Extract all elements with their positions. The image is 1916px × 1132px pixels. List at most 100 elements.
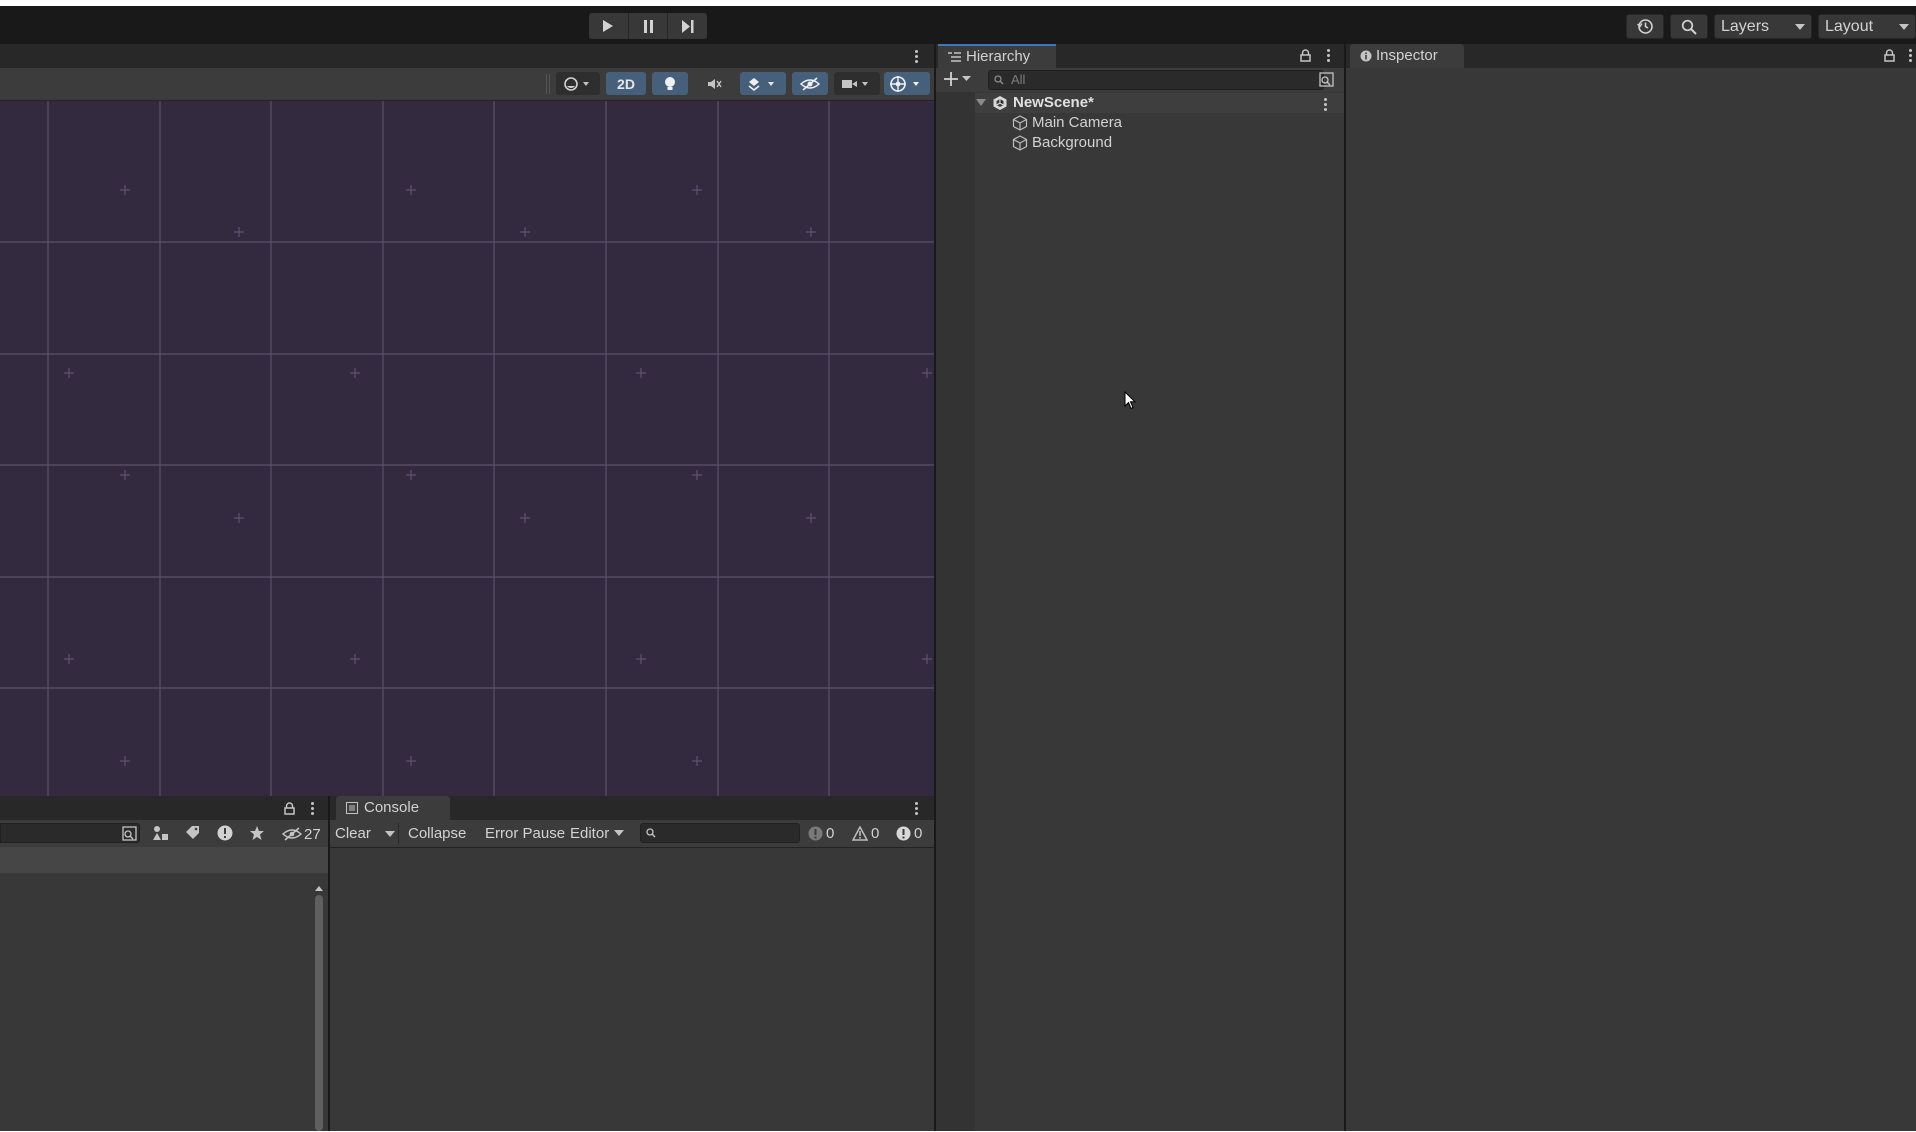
chevron-down-icon — [962, 76, 971, 81]
lighting-icon — [665, 76, 675, 90]
project-search-input[interactable] — [0, 823, 140, 843]
gizmos-icon — [890, 75, 919, 92]
warning-count: 0 — [871, 825, 880, 842]
lock-icon[interactable] — [284, 802, 295, 815]
2d-toggle[interactable]: 2D — [606, 72, 646, 95]
item-label: Background — [1032, 134, 1113, 151]
lock-icon[interactable] — [1884, 49, 1895, 62]
filter-by-type-icon[interactable] — [152, 825, 169, 841]
hierarchy-gutter — [936, 92, 975, 1131]
expand-triangle-icon[interactable] — [976, 99, 986, 107]
hidden-objects-toggle[interactable] — [792, 72, 828, 95]
hidden-count: 27 — [304, 825, 321, 843]
history-button[interactable] — [1626, 14, 1664, 39]
unity-editor-window: Layers Layout 2D 27 Console Clear Collap… — [0, 0, 1916, 1131]
camera-dropdown[interactable] — [834, 72, 880, 95]
camera-icon — [842, 79, 868, 88]
hierarchy-search-input[interactable]: All — [988, 70, 1324, 90]
audio-toggle[interactable] — [696, 72, 732, 95]
warning-count-toggle[interactable]: 0 — [852, 823, 879, 844]
scene-options-icon[interactable] — [1323, 98, 1327, 111]
info-count-toggle[interactable]: 0 — [808, 823, 834, 844]
filter-by-label-icon[interactable] — [185, 825, 200, 841]
console-search-input[interactable] — [640, 823, 800, 843]
create-dropdown[interactable] — [944, 72, 971, 86]
search-by-type-icon[interactable] — [122, 826, 137, 841]
gizmos-dropdown[interactable] — [884, 72, 930, 95]
panel-divider[interactable] — [1344, 44, 1346, 1131]
effects-dropdown[interactable] — [740, 72, 786, 95]
collapse-button[interactable]: Collapse — [408, 825, 466, 842]
layers-dropdown[interactable]: Layers — [1714, 14, 1812, 39]
scene-grid-view[interactable] — [0, 101, 934, 796]
scroll-up-icon[interactable] — [314, 884, 324, 892]
editor-dropdown[interactable]: Editor — [570, 820, 625, 847]
play-controls — [589, 13, 707, 39]
console-icon — [346, 802, 358, 814]
project-toolbar: 27 — [0, 820, 328, 847]
tab-console[interactable]: Console — [336, 796, 450, 820]
hidden-objects-icon — [800, 76, 820, 91]
tab-inspector[interactable]: Inspector — [1350, 44, 1464, 68]
scene-name: NewScene* — [1013, 94, 1094, 111]
pause-icon — [643, 19, 653, 33]
inspector-tab-bar: Inspector — [1346, 44, 1916, 68]
hierarchy-item-main-camera[interactable]: Main Camera — [1012, 113, 1344, 133]
layers-label: Layers — [1721, 18, 1770, 35]
play-button[interactable] — [589, 13, 629, 39]
chevron-down-icon — [1899, 24, 1909, 30]
clear-button[interactable]: Clear — [335, 825, 371, 842]
error-pause-button[interactable]: Error Pause — [485, 825, 565, 842]
console-tab-label: Console — [364, 799, 420, 816]
hierarchy-tab-label: Hierarchy — [966, 48, 1031, 65]
project-content[interactable] — [0, 873, 328, 1131]
mouse-cursor-icon — [1124, 391, 1136, 410]
main-toolbar: Layers Layout — [0, 6, 1916, 44]
draw-mode-dropdown[interactable] — [556, 72, 600, 95]
search-by-type-icon[interactable] — [1319, 72, 1334, 87]
more-options-icon[interactable] — [310, 802, 314, 815]
project-tab-bar — [0, 796, 328, 820]
info-count: 0 — [826, 825, 835, 842]
lock-icon[interactable] — [1300, 49, 1311, 62]
info-icon — [808, 826, 823, 841]
more-options-icon[interactable] — [1326, 49, 1330, 62]
console-toolbar: Clear Collapse Error Pause Editor 0 0 0 — [330, 820, 934, 848]
layout-dropdown[interactable]: Layout — [1818, 14, 1916, 39]
favorite-star-icon[interactable] — [249, 825, 265, 841]
log-filter-icon[interactable] — [217, 825, 233, 841]
chevron-down-icon — [1795, 24, 1805, 30]
error-count-toggle[interactable]: 0 — [896, 823, 922, 844]
error-count: 0 — [914, 825, 923, 842]
more-options-icon[interactable] — [914, 50, 918, 63]
tab-hierarchy[interactable]: Hierarchy — [938, 44, 1056, 68]
info-icon — [1360, 50, 1372, 62]
hidden-packages-toggle[interactable]: 27 — [282, 824, 321, 844]
gameobject-cube-icon — [1012, 115, 1028, 131]
more-options-icon[interactable] — [914, 802, 918, 815]
lighting-toggle[interactable] — [652, 72, 688, 95]
search-icon — [646, 828, 656, 838]
console-log-area[interactable] — [330, 848, 934, 1131]
layout-label: Layout — [1825, 18, 1874, 35]
scene-row[interactable]: NewScene* — [975, 93, 1344, 113]
add-icon — [944, 72, 958, 86]
hierarchy-item-background[interactable]: Background — [1012, 133, 1344, 153]
hierarchy-icon — [948, 52, 961, 62]
history-icon — [1636, 19, 1653, 34]
more-options-icon[interactable] — [1908, 49, 1912, 62]
pause-button[interactable] — [629, 13, 669, 39]
clear-options-chevron-icon[interactable] — [385, 831, 395, 838]
project-scroll-thumb[interactable] — [315, 895, 323, 1131]
search-button[interactable] — [1670, 14, 1708, 39]
step-button[interactable] — [668, 13, 707, 39]
hidden-eye-icon — [282, 827, 302, 841]
panel-divider[interactable] — [934, 44, 936, 1131]
search-placeholder: All — [1011, 72, 1026, 87]
hierarchy-tab-bar: Hierarchy — [936, 44, 1344, 68]
inspector-tab-label: Inspector — [1376, 47, 1438, 64]
scene-toolbar: 2D — [0, 68, 934, 101]
scene-grid — [0, 101, 934, 796]
warning-icon — [852, 826, 868, 841]
item-label: Main Camera — [1032, 114, 1123, 131]
